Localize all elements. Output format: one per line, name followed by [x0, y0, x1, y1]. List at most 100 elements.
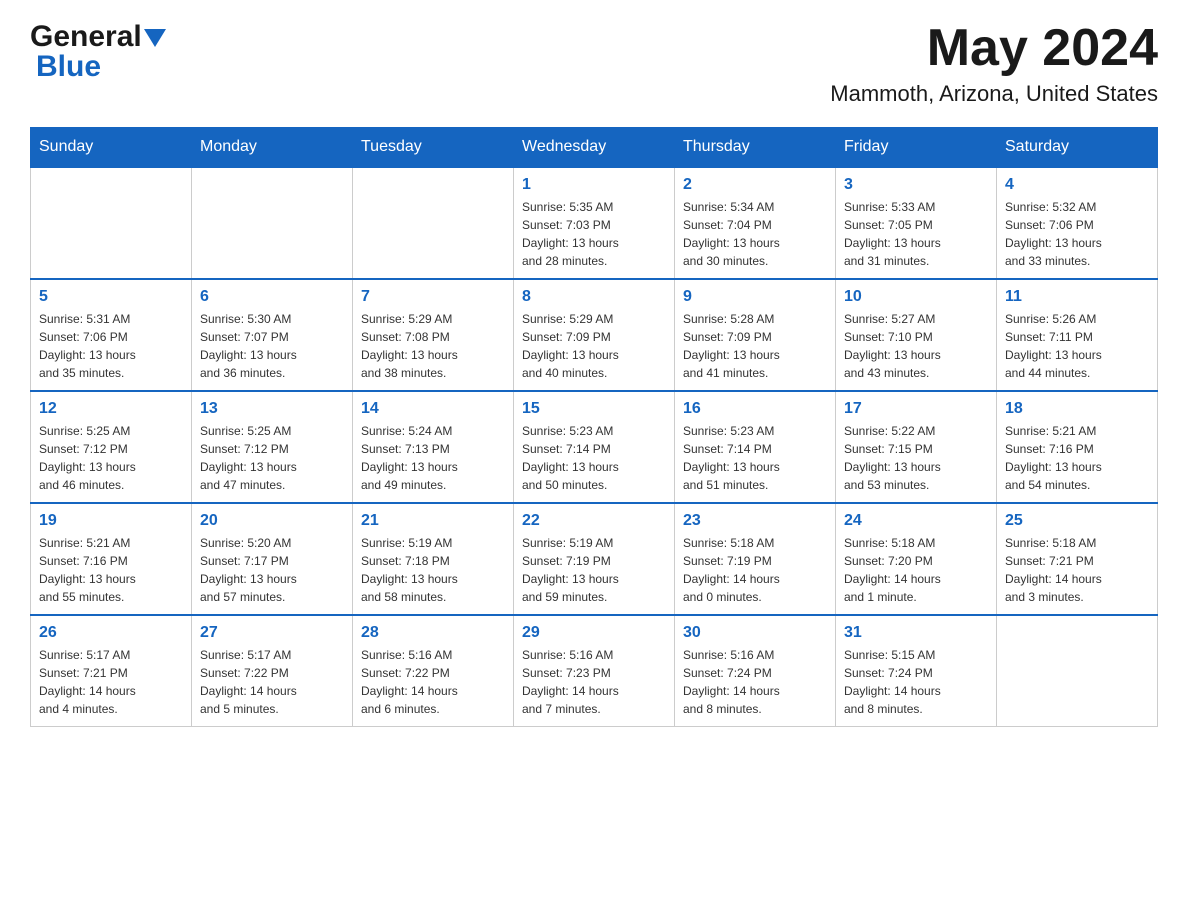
day-number: 26 [39, 624, 183, 642]
day-info: Sunrise: 5:32 AM Sunset: 7:06 PM Dayligh… [1005, 198, 1149, 270]
calendar-cell: 7 Sunrise: 5:29 AM Sunset: 7:08 PM Daylig… [353, 279, 514, 391]
calendar-cell: 8 Sunrise: 5:29 AM Sunset: 7:09 PM Daylig… [514, 279, 675, 391]
calendar-cell: 20 Sunrise: 5:20 AM Sunset: 7:17 PM Dayli… [192, 503, 353, 615]
calendar-cell: 24 Sunrise: 5:18 AM Sunset: 7:20 PM Dayli… [836, 503, 997, 615]
day-number: 27 [200, 624, 344, 642]
day-number: 21 [361, 512, 505, 530]
day-info: Sunrise: 5:15 AM Sunset: 7:24 PM Dayligh… [844, 646, 988, 718]
day-number: 4 [1005, 176, 1149, 194]
calendar-cell: 5Sunrise: 5:31 AM Sunset: 7:06 PM Daylig… [31, 279, 192, 391]
calendar-cell [31, 167, 192, 279]
day-info: Sunrise: 5:16 AM Sunset: 7:24 PM Dayligh… [683, 646, 827, 718]
day-header-sunday: Sunday [31, 128, 192, 168]
calendar-cell [192, 167, 353, 279]
calendar-cell: 12 Sunrise: 5:25 AM Sunset: 7:12 PM Dayli… [31, 391, 192, 503]
day-info: Sunrise: 5:18 AM Sunset: 7:21 PM Dayligh… [1005, 534, 1149, 606]
week-row-5: 26Sunrise: 5:17 AM Sunset: 7:21 PM Dayli… [31, 615, 1158, 727]
calendar-cell: 11 Sunrise: 5:26 AM Sunset: 7:11 PM Dayli… [997, 279, 1158, 391]
calendar-cell: 28Sunrise: 5:16 AM Sunset: 7:22 PM Dayli… [353, 615, 514, 727]
day-number: 1 [522, 176, 666, 194]
calendar-cell: 13 Sunrise: 5:25 AM Sunset: 7:12 PM Dayli… [192, 391, 353, 503]
day-number: 17 [844, 400, 988, 418]
day-number: 8 [522, 288, 666, 306]
calendar-cell: 15 Sunrise: 5:23 AM Sunset: 7:14 PM Dayli… [514, 391, 675, 503]
day-info: Sunrise: 5:25 AM Sunset: 7:12 PM Dayligh… [200, 422, 344, 494]
calendar-cell: 16 Sunrise: 5:23 AM Sunset: 7:14 PM Dayli… [675, 391, 836, 503]
calendar-cell: 25 Sunrise: 5:18 AM Sunset: 7:21 PM Dayli… [997, 503, 1158, 615]
calendar-header-row: SundayMondayTuesdayWednesdayThursdayFrid… [31, 128, 1158, 168]
day-info: Sunrise: 5:19 AM Sunset: 7:18 PM Dayligh… [361, 534, 505, 606]
day-number: 19 [39, 512, 183, 530]
day-info: Sunrise: 5:21 AM Sunset: 7:16 PM Dayligh… [1005, 422, 1149, 494]
day-info: Sunrise: 5:21 AM Sunset: 7:16 PM Dayligh… [39, 534, 183, 606]
day-info: Sunrise: 5:26 AM Sunset: 7:11 PM Dayligh… [1005, 310, 1149, 382]
logo: General Blue [30, 20, 166, 84]
title-section: May 2024 Mammoth, Arizona, United States [830, 20, 1158, 107]
calendar-cell: 22 Sunrise: 5:19 AM Sunset: 7:19 PM Dayli… [514, 503, 675, 615]
day-info: Sunrise: 5:31 AM Sunset: 7:06 PM Dayligh… [39, 310, 183, 382]
day-number: 15 [522, 400, 666, 418]
day-number: 28 [361, 624, 505, 642]
day-header-thursday: Thursday [675, 128, 836, 168]
calendar-cell: 14Sunrise: 5:24 AM Sunset: 7:13 PM Dayli… [353, 391, 514, 503]
calendar-cell: 18 Sunrise: 5:21 AM Sunset: 7:16 PM Dayli… [997, 391, 1158, 503]
day-number: 20 [200, 512, 344, 530]
day-info: Sunrise: 5:29 AM Sunset: 7:09 PM Dayligh… [522, 310, 666, 382]
day-info: Sunrise: 5:34 AM Sunset: 7:04 PM Dayligh… [683, 198, 827, 270]
day-number: 24 [844, 512, 988, 530]
day-info: Sunrise: 5:17 AM Sunset: 7:22 PM Dayligh… [200, 646, 344, 718]
calendar-cell: 29Sunrise: 5:16 AM Sunset: 7:23 PM Dayli… [514, 615, 675, 727]
calendar-cell: 30 Sunrise: 5:16 AM Sunset: 7:24 PM Dayli… [675, 615, 836, 727]
day-info: Sunrise: 5:20 AM Sunset: 7:17 PM Dayligh… [200, 534, 344, 606]
day-header-wednesday: Wednesday [514, 128, 675, 168]
week-row-1: 1Sunrise: 5:35 AM Sunset: 7:03 PM Daylig… [31, 167, 1158, 279]
day-header-tuesday: Tuesday [353, 128, 514, 168]
day-info: Sunrise: 5:23 AM Sunset: 7:14 PM Dayligh… [683, 422, 827, 494]
page-header: General Blue May 2024 Mammoth, Arizona, … [30, 20, 1158, 107]
week-row-4: 19 Sunrise: 5:21 AM Sunset: 7:16 PM Dayli… [31, 503, 1158, 615]
calendar-cell [353, 167, 514, 279]
day-info: Sunrise: 5:27 AM Sunset: 7:10 PM Dayligh… [844, 310, 988, 382]
day-number: 23 [683, 512, 827, 530]
day-number: 3 [844, 176, 988, 194]
day-number: 18 [1005, 400, 1149, 418]
calendar-cell: 27 Sunrise: 5:17 AM Sunset: 7:22 PM Dayli… [192, 615, 353, 727]
day-number: 25 [1005, 512, 1149, 530]
day-info: Sunrise: 5:25 AM Sunset: 7:12 PM Dayligh… [39, 422, 183, 494]
logo-triangle-icon [144, 29, 166, 47]
day-header-monday: Monday [192, 128, 353, 168]
calendar-cell: 4 Sunrise: 5:32 AM Sunset: 7:06 PM Daylig… [997, 167, 1158, 279]
calendar-cell: 6Sunrise: 5:30 AM Sunset: 7:07 PM Daylig… [192, 279, 353, 391]
day-number: 7 [361, 288, 505, 306]
day-info: Sunrise: 5:23 AM Sunset: 7:14 PM Dayligh… [522, 422, 666, 494]
day-number: 2 [683, 176, 827, 194]
logo-blue-text: Blue [30, 50, 101, 84]
day-number: 12 [39, 400, 183, 418]
day-info: Sunrise: 5:28 AM Sunset: 7:09 PM Dayligh… [683, 310, 827, 382]
week-row-2: 5Sunrise: 5:31 AM Sunset: 7:06 PM Daylig… [31, 279, 1158, 391]
day-number: 22 [522, 512, 666, 530]
day-info: Sunrise: 5:16 AM Sunset: 7:23 PM Dayligh… [522, 646, 666, 718]
day-header-saturday: Saturday [997, 128, 1158, 168]
month-title: May 2024 [830, 20, 1158, 77]
week-row-3: 12 Sunrise: 5:25 AM Sunset: 7:12 PM Dayli… [31, 391, 1158, 503]
day-info: Sunrise: 5:30 AM Sunset: 7:07 PM Dayligh… [200, 310, 344, 382]
logo-general-text: General [30, 20, 142, 54]
day-info: Sunrise: 5:22 AM Sunset: 7:15 PM Dayligh… [844, 422, 988, 494]
day-info: Sunrise: 5:18 AM Sunset: 7:19 PM Dayligh… [683, 534, 827, 606]
location-title: Mammoth, Arizona, United States [830, 81, 1158, 107]
day-number: 16 [683, 400, 827, 418]
day-header-friday: Friday [836, 128, 997, 168]
day-info: Sunrise: 5:29 AM Sunset: 7:08 PM Dayligh… [361, 310, 505, 382]
day-info: Sunrise: 5:18 AM Sunset: 7:20 PM Dayligh… [844, 534, 988, 606]
day-number: 10 [844, 288, 988, 306]
day-number: 30 [683, 624, 827, 642]
day-info: Sunrise: 5:24 AM Sunset: 7:13 PM Dayligh… [361, 422, 505, 494]
day-info: Sunrise: 5:19 AM Sunset: 7:19 PM Dayligh… [522, 534, 666, 606]
day-number: 11 [1005, 288, 1149, 306]
calendar-cell [997, 615, 1158, 727]
day-number: 9 [683, 288, 827, 306]
calendar-cell: 3Sunrise: 5:33 AM Sunset: 7:05 PM Daylig… [836, 167, 997, 279]
day-number: 13 [200, 400, 344, 418]
calendar-cell: 10 Sunrise: 5:27 AM Sunset: 7:10 PM Dayli… [836, 279, 997, 391]
